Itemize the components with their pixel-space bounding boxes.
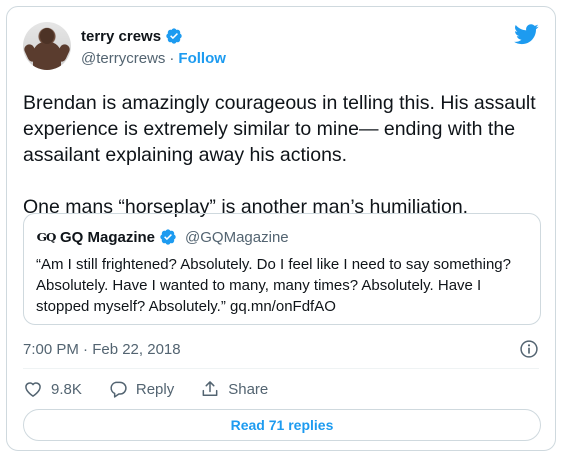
read-replies-button[interactable]: Read 71 replies	[23, 409, 541, 441]
like-count: 9.8K	[51, 380, 82, 398]
info-icon[interactable]	[519, 339, 539, 359]
share-icon	[202, 381, 218, 396]
tweet-card: terry crews @terrycrews · Follow Brendan…	[6, 6, 556, 451]
twitter-bird-icon[interactable]	[514, 24, 539, 45]
avatar[interactable]	[23, 22, 71, 70]
timestamp[interactable]: 7:00 PM · Feb 22, 2018	[23, 341, 181, 358]
heart-icon	[25, 382, 41, 397]
follow-button[interactable]: Follow	[178, 50, 226, 67]
author-display-name[interactable]: terry crews	[81, 28, 161, 45]
tweet-meta: 7:00 PM · Feb 22, 2018	[23, 338, 539, 360]
separator-dot: ·	[169, 49, 175, 67]
quoted-tweet[interactable]: GQ GQ Magazine @GQMagazine “Am I still f…	[23, 213, 541, 325]
tweet-header: terry crews @terrycrews · Follow	[23, 22, 539, 72]
verified-badge-icon	[165, 27, 183, 45]
share-button[interactable]: Share	[200, 379, 268, 399]
like-button[interactable]: 9.8K	[23, 379, 82, 399]
quote-handle: @GQMagazine	[185, 228, 289, 246]
quote-text: “Am I still frightened? Absolutely. Do I…	[36, 256, 511, 315]
tweet-text: Brendan is amazingly courageous in telli…	[23, 92, 536, 218]
author-names: terry crews @terrycrews · Follow	[81, 25, 226, 69]
gq-logo-icon: GQ	[36, 230, 57, 244]
verified-badge-icon	[159, 228, 177, 246]
divider	[23, 368, 539, 369]
reply-button[interactable]: Reply	[108, 379, 174, 399]
author-handle[interactable]: @terrycrews	[81, 50, 165, 67]
action-bar: 9.8K Reply Share	[23, 372, 294, 406]
quote-display-name: GQ Magazine	[60, 228, 156, 246]
reply-bubble-icon	[110, 381, 127, 398]
share-label: Share	[228, 380, 269, 398]
reply-label: Reply	[135, 380, 175, 398]
